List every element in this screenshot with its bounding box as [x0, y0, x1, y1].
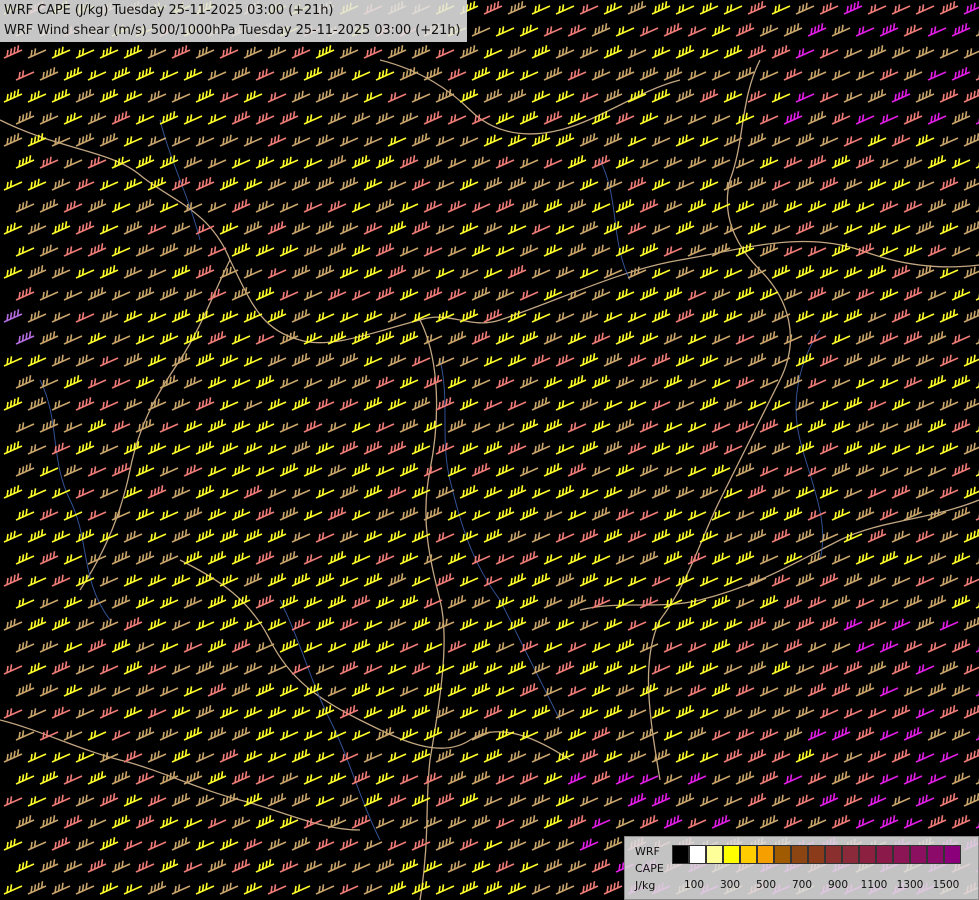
legend-swatch: [740, 845, 757, 864]
legend-swatch: [910, 845, 927, 864]
legend-model-label: WRF: [635, 845, 660, 858]
legend-swatch: [689, 845, 706, 864]
legend-swatch: [893, 845, 910, 864]
legend-tick: 300: [719, 879, 741, 891]
legend-swatches: [672, 845, 961, 864]
legend-swatch: [876, 845, 893, 864]
legend-swatch: [944, 845, 961, 864]
legend-swatch: [825, 845, 842, 864]
legend-tick: 500: [755, 879, 777, 891]
map-title-panel: WRF CAPE (J/kg) Tuesday 25-11-2025 03:00…: [0, 0, 467, 42]
legend-tick: 1500: [932, 879, 960, 891]
cape-color-legend: WRF CAPE J/kg 100 300 500 700 900 1100 1300 150…: [624, 836, 979, 900]
legend-swatch: [757, 845, 774, 864]
legend-swatch: [842, 845, 859, 864]
legend-swatch: [791, 845, 808, 864]
legend-swatch: [672, 845, 689, 864]
legend-tick: 100: [683, 879, 705, 891]
legend-tick-labels: 100 300 500 700 900 1100 1300 1500: [625, 879, 979, 893]
legend-swatch: [774, 845, 791, 864]
cape-title: WRF CAPE (J/kg) Tuesday 25-11-2025 03:00…: [4, 3, 334, 18]
legend-swatch: [723, 845, 740, 864]
legend-tick: 1300: [896, 879, 924, 891]
legend-tick: 1100: [860, 879, 888, 891]
legend-tick: 700: [791, 879, 813, 891]
wind-shear-title: WRF Wind shear (m/s) 500/1000hPa Tuesday…: [4, 23, 461, 38]
legend-swatch: [859, 845, 876, 864]
legend-tick: 900: [827, 879, 849, 891]
legend-field-label: CAPE: [635, 862, 664, 875]
legend-swatch: [808, 845, 825, 864]
legend-swatch: [927, 845, 944, 864]
legend-swatch: [706, 845, 723, 864]
cape-wind-shear-map: [0, 0, 979, 900]
